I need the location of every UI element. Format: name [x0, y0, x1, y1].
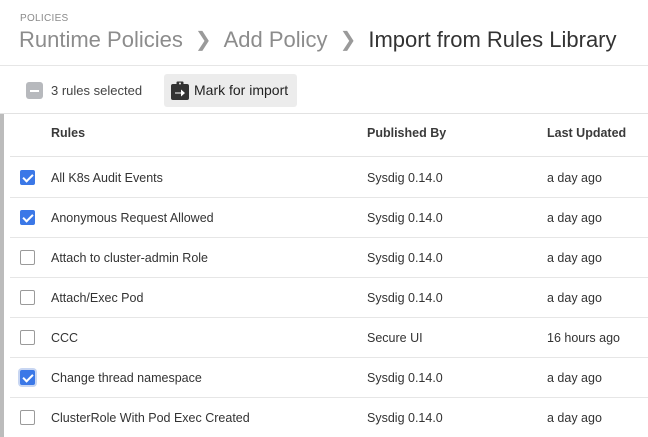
rule-name: All K8s Audit Events — [51, 171, 163, 185]
chevron-right-icon: ❯ — [194, 29, 212, 51]
row-checkbox[interactable] — [20, 290, 35, 305]
selection-count: 3 rules selected — [51, 83, 143, 98]
left-edge-bar — [0, 114, 4, 437]
row-checkbox[interactable] — [20, 250, 35, 265]
last-updated: a day ago — [547, 251, 602, 265]
last-updated: a day ago — [547, 211, 602, 225]
published-by: Sysdig 0.14.0 — [367, 411, 443, 425]
section-eyebrow: POLICIES — [20, 13, 69, 24]
rule-name: ClusterRole With Pod Exec Created — [51, 411, 250, 425]
rule-name: Anonymous Request Allowed — [51, 211, 214, 225]
published-by: Secure UI — [367, 331, 423, 345]
header-divider — [10, 156, 648, 157]
rule-name: Change thread namespace — [51, 371, 202, 385]
table-row[interactable]: Change thread namespace Sysdig 0.14.0 a … — [10, 358, 648, 398]
published-by: Sysdig 0.14.0 — [367, 171, 443, 185]
last-updated: a day ago — [547, 411, 602, 425]
rule-name: CCC — [51, 331, 79, 345]
published-by: Sysdig 0.14.0 — [367, 291, 443, 305]
breadcrumb-add-policy[interactable]: Add Policy — [224, 27, 328, 53]
rule-name: Attach to cluster-admin Role — [51, 251, 209, 265]
rule-name: Attach/Exec Pod — [51, 291, 144, 305]
table-row[interactable]: Attach/Exec Pod Sysdig 0.14.0 a day ago — [10, 278, 648, 318]
column-header-rules[interactable]: Rules — [51, 126, 85, 140]
published-by: Sysdig 0.14.0 — [367, 211, 443, 225]
row-checkbox[interactable] — [20, 370, 35, 385]
row-checkbox[interactable] — [20, 210, 35, 225]
mark-for-import-button[interactable]: Mark for import — [164, 74, 297, 107]
chevron-right-icon: ❯ — [339, 29, 357, 51]
row-checkbox[interactable] — [20, 410, 35, 425]
column-header-published-by[interactable]: Published By — [367, 126, 446, 140]
table-row[interactable]: Attach to cluster-admin Role Sysdig 0.14… — [10, 238, 648, 278]
mark-for-import-label: Mark for import — [194, 82, 289, 98]
row-checkbox[interactable] — [20, 170, 35, 185]
table-row[interactable]: CCC Secure UI 16 hours ago — [10, 318, 648, 358]
table-row[interactable]: Anonymous Request Allowed Sysdig 0.14.0 … — [10, 198, 648, 238]
last-updated: a day ago — [547, 171, 602, 185]
breadcrumb: Runtime Policies ❯ Add Policy ❯ Import f… — [19, 27, 617, 53]
selection-toolbar: 3 rules selected Mark for import — [0, 66, 648, 114]
last-updated: a day ago — [547, 291, 602, 305]
table-row[interactable]: ClusterRole With Pod Exec Created Sysdig… — [10, 398, 648, 437]
breadcrumb-runtime-policies[interactable]: Runtime Policies — [19, 27, 183, 53]
page-title: Import from Rules Library — [368, 27, 617, 52]
clipboard-arrow-icon — [171, 81, 189, 100]
last-updated: 16 hours ago — [547, 331, 620, 345]
row-checkbox[interactable] — [20, 330, 35, 345]
published-by: Sysdig 0.14.0 — [367, 371, 443, 385]
published-by: Sysdig 0.14.0 — [367, 251, 443, 265]
page-header: POLICIES Runtime Policies ❯ Add Policy ❯… — [0, 0, 648, 66]
last-updated: a day ago — [547, 371, 602, 385]
select-all-checkbox[interactable] — [26, 82, 43, 99]
table-row[interactable]: All K8s Audit Events Sysdig 0.14.0 a day… — [10, 158, 648, 198]
column-header-last-updated[interactable]: Last Updated — [547, 126, 626, 140]
